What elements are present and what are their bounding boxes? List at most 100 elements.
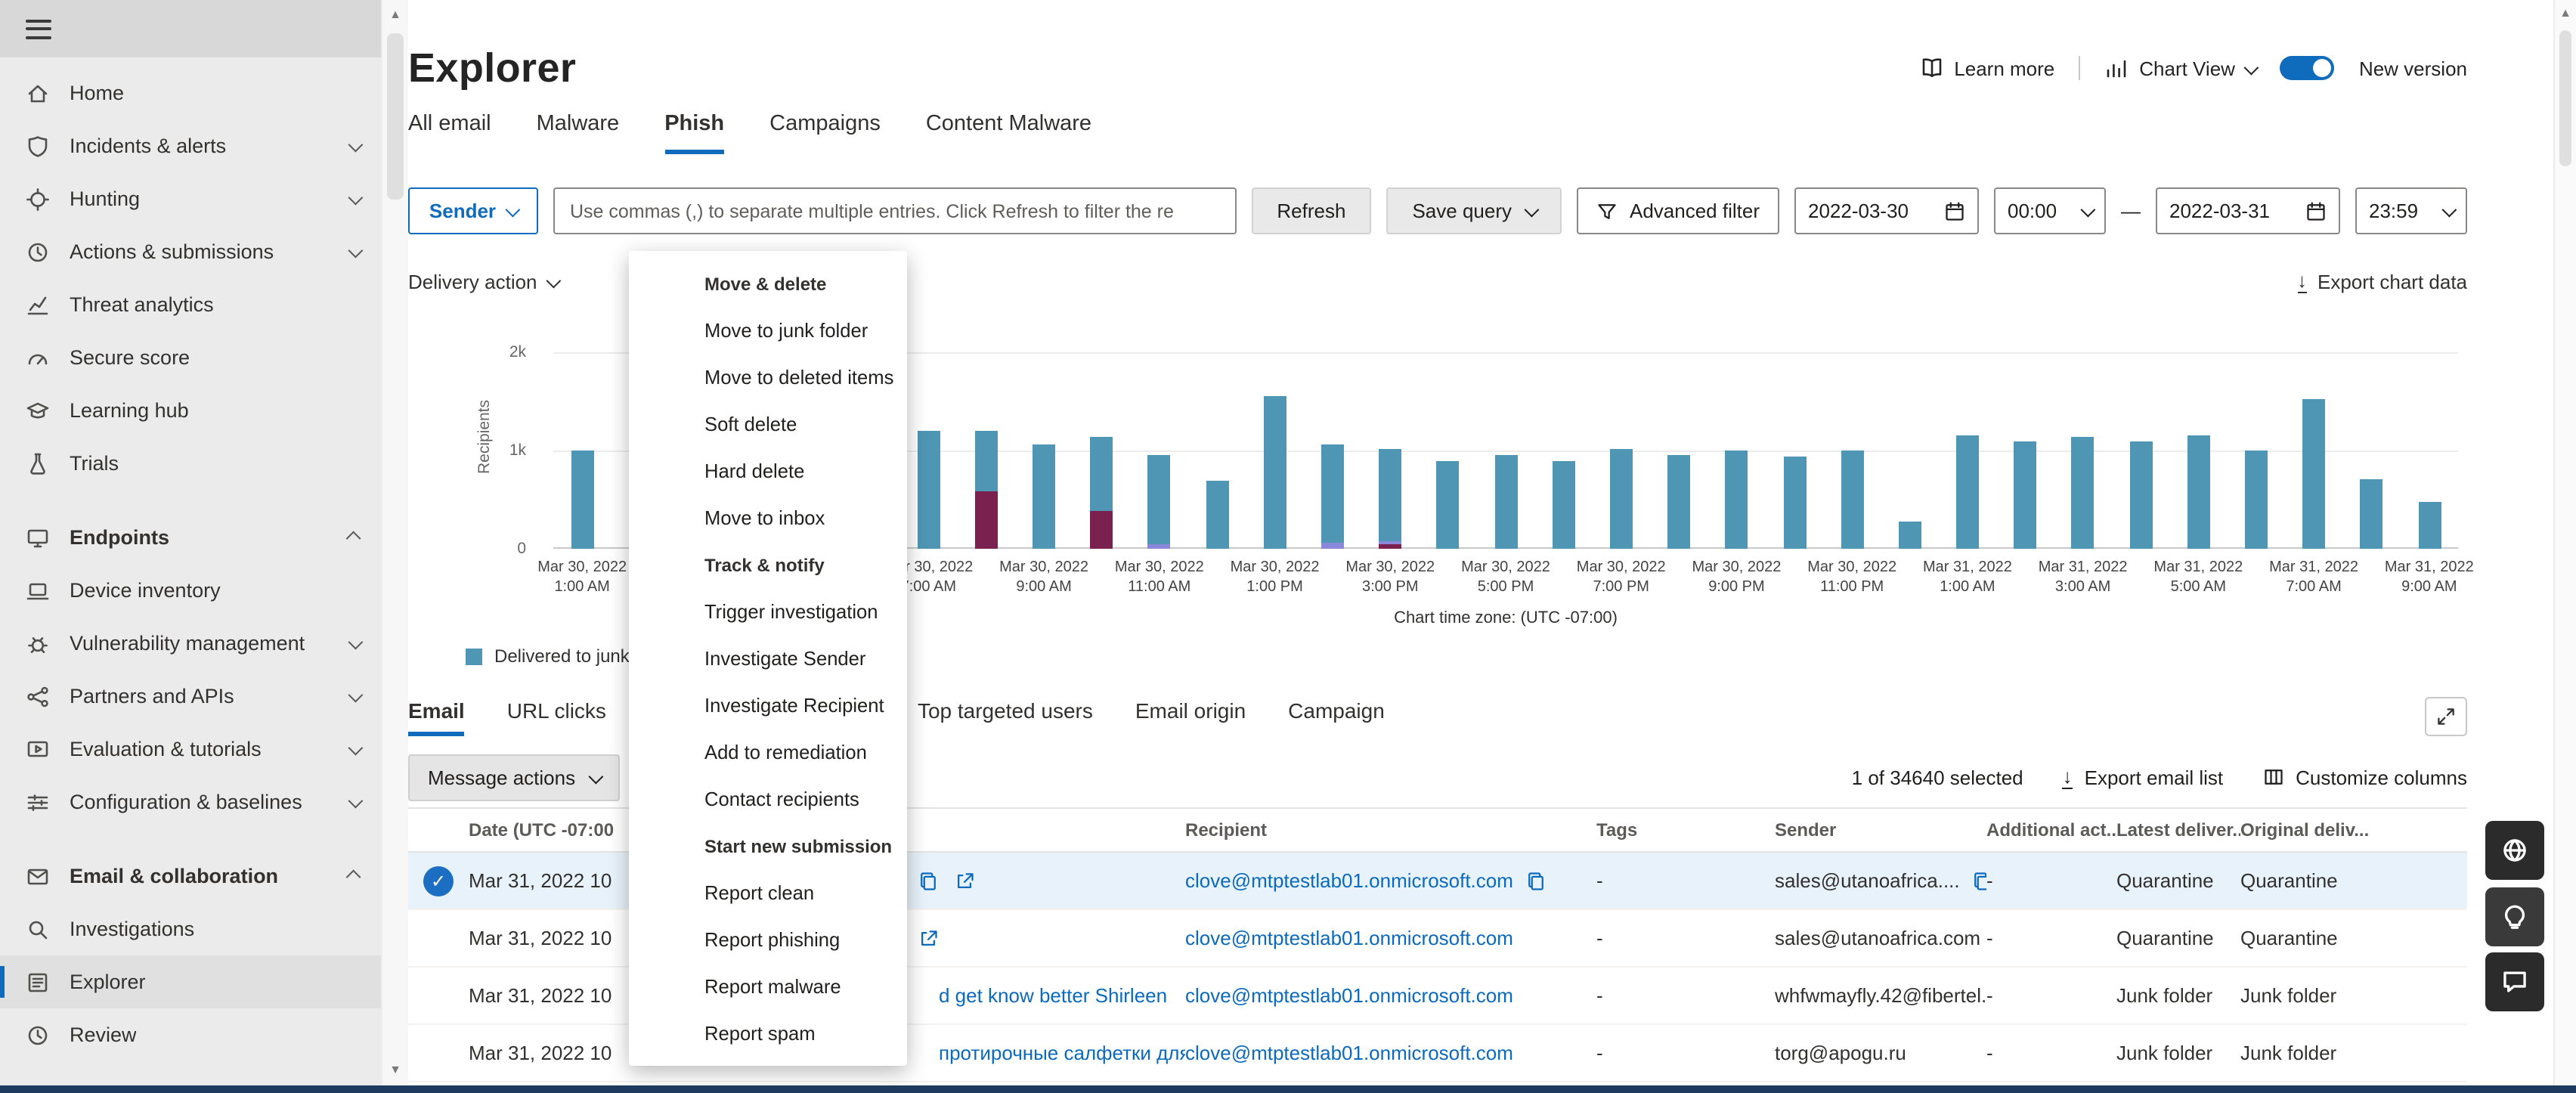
advanced-filter-button[interactable]: Advanced filter	[1577, 187, 1779, 234]
main-scrollbar-thumb[interactable]	[2559, 30, 2571, 166]
sidebar-item-hunting[interactable]: Hunting	[0, 172, 381, 225]
header-additional-actions[interactable]: Additional act...	[1986, 819, 2116, 841]
chart-bar[interactable]	[1321, 444, 1344, 549]
open-in-new-icon[interactable]	[918, 927, 939, 949]
menu-item-report-clean[interactable]: Report clean	[629, 869, 907, 916]
tab-campaigns[interactable]: Campaigns	[769, 112, 881, 154]
header-original-delivery[interactable]: Original deliv...	[2240, 819, 2467, 841]
menu-item-move-to-deleted-items[interactable]: Move to deleted items	[629, 354, 907, 401]
sidebar-item-email-collaboration[interactable]: Email & collaboration	[0, 850, 381, 903]
chart-bar[interactable]	[1899, 522, 1921, 549]
sidebar-item-investigations[interactable]: Investigations	[0, 903, 381, 955]
sidebar-item-evaluation-tutorials[interactable]: Evaluation & tutorials	[0, 723, 381, 776]
tab-email-origin[interactable]: Email origin	[1135, 698, 1246, 736]
menu-item-move-to-inbox[interactable]: Move to inbox	[629, 494, 907, 541]
chart-bar[interactable]	[1379, 450, 1401, 549]
scroll-down-icon[interactable]: ▼	[382, 1063, 408, 1076]
recipient-link[interactable]: clove@mtptestlab01.onmicrosoft.com	[1185, 869, 1513, 892]
start-time-dropdown[interactable]: 00:00	[1994, 187, 2106, 234]
header-tags[interactable]: Tags	[1596, 819, 1775, 841]
chart-bar[interactable]	[1494, 454, 1517, 549]
chart-bar[interactable]	[2361, 479, 2383, 549]
chart-bar[interactable]	[2014, 441, 2037, 549]
menu-item-move-to-junk-folder[interactable]: Move to junk folder	[629, 307, 907, 354]
sidebar-item-partners-and-apis[interactable]: Partners and APIs	[0, 670, 381, 723]
tab-top-targeted-users[interactable]: Top targeted users	[918, 698, 1093, 736]
sidebar-item-incidents-alerts[interactable]: Incidents & alerts	[0, 119, 381, 172]
expand-view-button[interactable]	[2425, 697, 2467, 736]
export-chart-data-button[interactable]: ↓ Export chart data	[2297, 270, 2467, 293]
copy-icon[interactable]	[918, 870, 939, 891]
sidebar-item-learning-hub[interactable]: Learning hub	[0, 384, 381, 437]
save-query-dropdown[interactable]: Save query	[1386, 187, 1562, 234]
chart-bar[interactable]	[2418, 503, 2441, 549]
tab-phish[interactable]: Phish	[664, 112, 724, 154]
export-email-list-button[interactable]: ↓ Export email list	[2063, 766, 2224, 788]
sidebar-item-secure-score[interactable]: Secure score	[0, 331, 381, 384]
menu-item-investigate-sender[interactable]: Investigate Sender	[629, 635, 907, 682]
main-scrollbar[interactable]: ▲	[2553, 0, 2576, 1085]
end-date-input[interactable]: 2022-03-31	[2156, 187, 2340, 234]
tab-malware[interactable]: Malware	[537, 112, 620, 154]
tab-campaign[interactable]: Campaign	[1288, 698, 1385, 736]
header-sender[interactable]: Sender	[1775, 819, 1986, 841]
menu-item-report-spam[interactable]: Report spam	[629, 1010, 907, 1057]
refresh-button[interactable]: Refresh	[1251, 187, 1371, 234]
menu-item-investigate-recipient[interactable]: Investigate Recipient	[629, 682, 907, 729]
menu-item-report-phishing[interactable]: Report phishing	[629, 916, 907, 963]
recipient-link[interactable]: clove@mtptestlab01.onmicrosoft.com	[1185, 927, 1513, 949]
sidebar-item-endpoints[interactable]: Endpoints	[0, 511, 381, 564]
sidebar-item-review[interactable]: Review	[0, 1008, 381, 1061]
chart-bar[interactable]	[1148, 454, 1171, 549]
learn-more-link[interactable]: Learn more	[1919, 56, 2054, 80]
sidebar-item-device-inventory[interactable]: Device inventory	[0, 564, 381, 617]
chart-bar[interactable]	[1033, 444, 1055, 549]
customize-columns-button[interactable]: Customize columns	[2262, 766, 2467, 788]
delivery-action-dropdown[interactable]: Delivery action	[408, 270, 559, 293]
scroll-up-icon[interactable]: ▲	[382, 8, 408, 21]
menu-item-add-to-remediation[interactable]: Add to remediation	[629, 729, 907, 776]
header-date[interactable]: Date (UTC -07:00)	[469, 819, 614, 841]
chart-bar[interactable]	[2129, 441, 2152, 549]
menu-item-trigger-investigation[interactable]: Trigger investigation	[629, 588, 907, 635]
tab-all-email[interactable]: All email	[408, 112, 491, 154]
sidebar-scrollbar[interactable]: ▲ ▼	[381, 0, 408, 1085]
menu-item-hard-delete[interactable]: Hard delete	[629, 447, 907, 494]
filter-input[interactable]	[553, 187, 1236, 234]
sidebar-item-threat-analytics[interactable]: Threat analytics	[0, 278, 381, 331]
sidebar-scrollbar-thumb[interactable]	[387, 33, 404, 200]
chart-bar[interactable]	[917, 431, 940, 549]
menu-item-contact-recipients[interactable]: Contact recipients	[629, 776, 907, 822]
header-latest-delivery[interactable]: Latest deliver...	[2116, 819, 2240, 841]
chart-bar[interactable]	[1553, 460, 1575, 549]
chart-bar[interactable]	[975, 431, 998, 549]
chart-bar[interactable]	[1610, 450, 1633, 549]
chart-bar[interactable]	[2245, 451, 2268, 549]
chart-bar[interactable]	[1264, 395, 1286, 549]
row-checkbox[interactable]: ✓	[408, 865, 469, 896]
chart-bar[interactable]	[1206, 480, 1228, 549]
chart-bar[interactable]	[1956, 436, 1979, 550]
recipient-link[interactable]: clove@mtptestlab01.onmicrosoft.com	[1185, 1042, 1513, 1064]
open-in-new-icon[interactable]	[954, 870, 975, 891]
sidebar-item-vulnerability-management[interactable]: Vulnerability management	[0, 617, 381, 670]
chart-bar[interactable]	[1726, 451, 1748, 549]
tab-content-malware[interactable]: Content Malware	[926, 112, 1091, 154]
chart-view-dropdown[interactable]: Chart View	[2104, 56, 2256, 80]
tab-url-clicks[interactable]: URL clicks	[507, 698, 606, 736]
tab-email[interactable]: Email	[408, 698, 465, 736]
end-time-dropdown[interactable]: 23:59	[2355, 187, 2467, 234]
start-date-input[interactable]: 2022-03-30	[1794, 187, 1979, 234]
scroll-up-icon[interactable]: ▲	[2555, 6, 2576, 20]
sidebar-item-actions-submissions[interactable]: Actions & submissions	[0, 225, 381, 278]
menu-item-soft-delete[interactable]: Soft delete	[629, 401, 907, 447]
sidebar-item-home[interactable]: Home	[0, 67, 381, 119]
subject-link[interactable]: протирочные салфетки для	[939, 1042, 1185, 1064]
message-actions-dropdown[interactable]: Message actions	[408, 754, 619, 800]
spotlight-button[interactable]	[2485, 887, 2544, 946]
feedback-button[interactable]	[2485, 952, 2544, 1011]
chart-bar[interactable]	[571, 451, 593, 549]
chart-bar[interactable]	[2302, 399, 2325, 549]
menu-item-report-malware[interactable]: Report malware	[629, 963, 907, 1010]
sidebar-item-configuration-baselines[interactable]: Configuration & baselines	[0, 776, 381, 828]
